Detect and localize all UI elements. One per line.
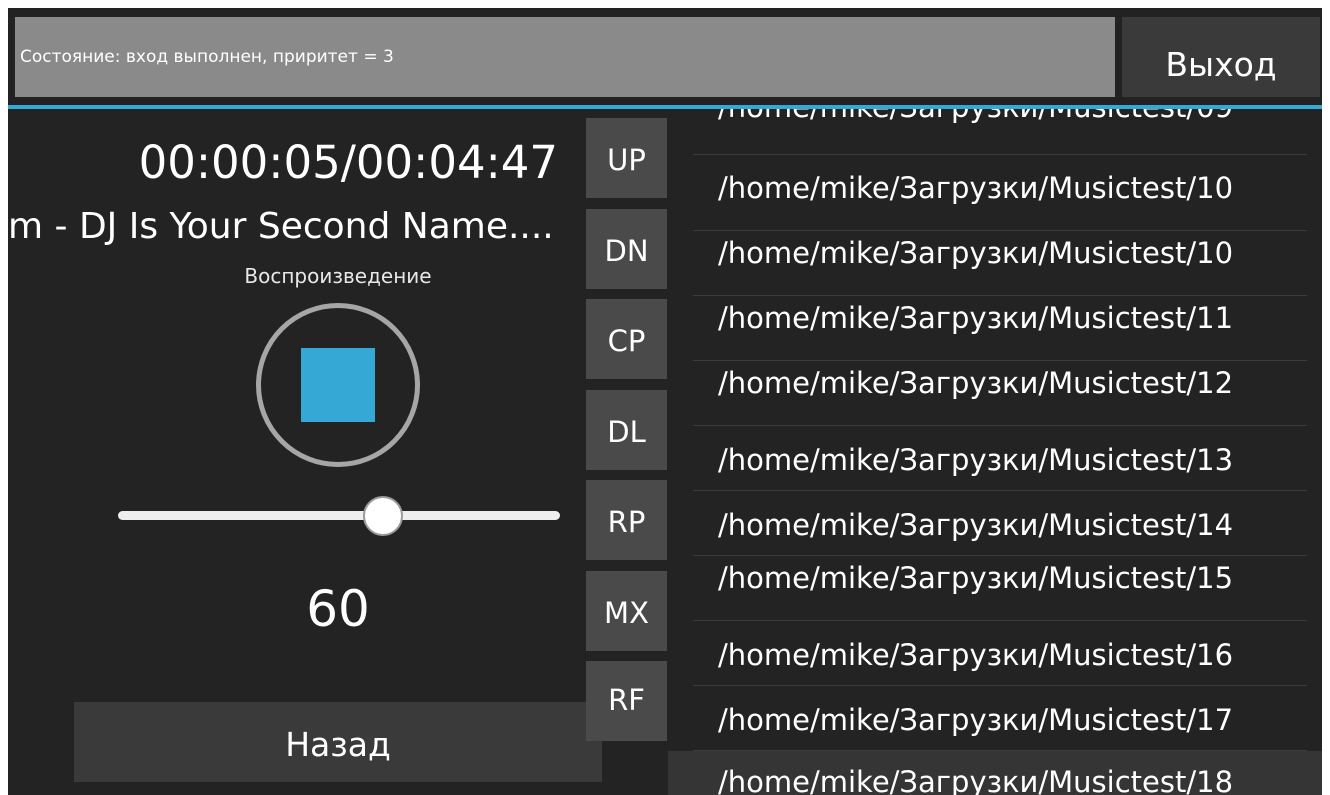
track-title-text: m - DJ Is Your Second Name.... bbox=[8, 206, 554, 247]
file-item[interactable]: /home/mike/Загрузки/Musictest/09 bbox=[693, 109, 1307, 155]
top-bar: Состояние: вход выполнен, приритет = 3 В… bbox=[8, 8, 1322, 109]
back-button[interactable]: Назад bbox=[74, 702, 602, 782]
volume-slider-thumb[interactable] bbox=[363, 496, 404, 536]
file-item[interactable]: /home/mike/Загрузки/Musictest/12 bbox=[693, 361, 1307, 426]
stop-button[interactable] bbox=[256, 303, 420, 467]
file-item[interactable]: /home/mike/Загрузки/Musictest/10 bbox=[693, 231, 1307, 296]
track-title: m - DJ Is Your Second Name.... bbox=[8, 206, 578, 256]
file-item[interactable]: /home/mike/Загрузки/Musictest/11 bbox=[693, 296, 1307, 361]
repeat-button[interactable]: RP bbox=[586, 480, 667, 560]
refresh-button[interactable]: RF bbox=[586, 661, 667, 741]
file-list[interactable]: /home/mike/Загрузки/Musictest/09 /home/m… bbox=[668, 109, 1322, 795]
file-item[interactable]: /home/mike/Загрузки/Musictest/18 bbox=[693, 751, 1307, 795]
file-item-label: /home/mike/Загрузки/Musictest/18 bbox=[718, 765, 1234, 795]
file-item[interactable]: /home/mike/Загрузки/Musictest/14 bbox=[693, 491, 1307, 556]
status-bar: Состояние: вход выполнен, приритет = 3 bbox=[15, 17, 1115, 97]
mix-button[interactable]: MX bbox=[586, 571, 667, 651]
copy-button[interactable]: CP bbox=[586, 299, 667, 379]
file-item-label: /home/mike/Загрузки/Musictest/09 bbox=[718, 109, 1233, 124]
move-up-button[interactable]: UP bbox=[586, 118, 667, 198]
file-item-label: /home/mike/Загрузки/Musictest/10 bbox=[718, 171, 1234, 205]
file-item[interactable]: /home/mike/Загрузки/Musictest/17 bbox=[693, 686, 1307, 751]
file-item-label: /home/mike/Загрузки/Musictest/10 bbox=[718, 236, 1234, 270]
file-item-label: /home/mike/Загрузки/Musictest/15 bbox=[718, 561, 1234, 595]
file-item-label: /home/mike/Загрузки/Musictest/16 bbox=[718, 638, 1234, 672]
stop-icon bbox=[301, 348, 375, 422]
file-item-label: /home/mike/Загрузки/Musictest/17 bbox=[718, 703, 1234, 737]
file-item[interactable]: /home/mike/Загрузки/Musictest/10 bbox=[693, 166, 1307, 231]
file-item[interactable]: /home/mike/Загрузки/Musictest/13 bbox=[693, 426, 1307, 491]
playback-time: 00:00:05/00:04:47 bbox=[138, 136, 558, 189]
playback-state: Воспроизведение bbox=[244, 264, 432, 288]
file-item[interactable]: /home/mike/Загрузки/Musictest/15 bbox=[693, 556, 1307, 621]
volume-slider-track bbox=[118, 511, 560, 520]
move-down-button[interactable]: DN bbox=[586, 209, 667, 289]
file-item-label: /home/mike/Загрузки/Musictest/11 bbox=[718, 301, 1234, 335]
file-item-label: /home/mike/Загрузки/Musictest/12 bbox=[718, 366, 1234, 400]
file-item-label: /home/mike/Загрузки/Musictest/14 bbox=[718, 508, 1234, 542]
exit-button[interactable]: Выход bbox=[1122, 17, 1320, 97]
app-window: Состояние: вход выполнен, приритет = 3 В… bbox=[8, 8, 1322, 795]
file-item-label: /home/mike/Загрузки/Musictest/13 bbox=[718, 443, 1234, 477]
volume-slider[interactable] bbox=[118, 496, 560, 536]
volume-value: 60 bbox=[306, 580, 370, 638]
delete-button[interactable]: DL bbox=[586, 390, 667, 470]
file-item[interactable]: /home/mike/Загрузки/Musictest/16 bbox=[693, 621, 1307, 686]
